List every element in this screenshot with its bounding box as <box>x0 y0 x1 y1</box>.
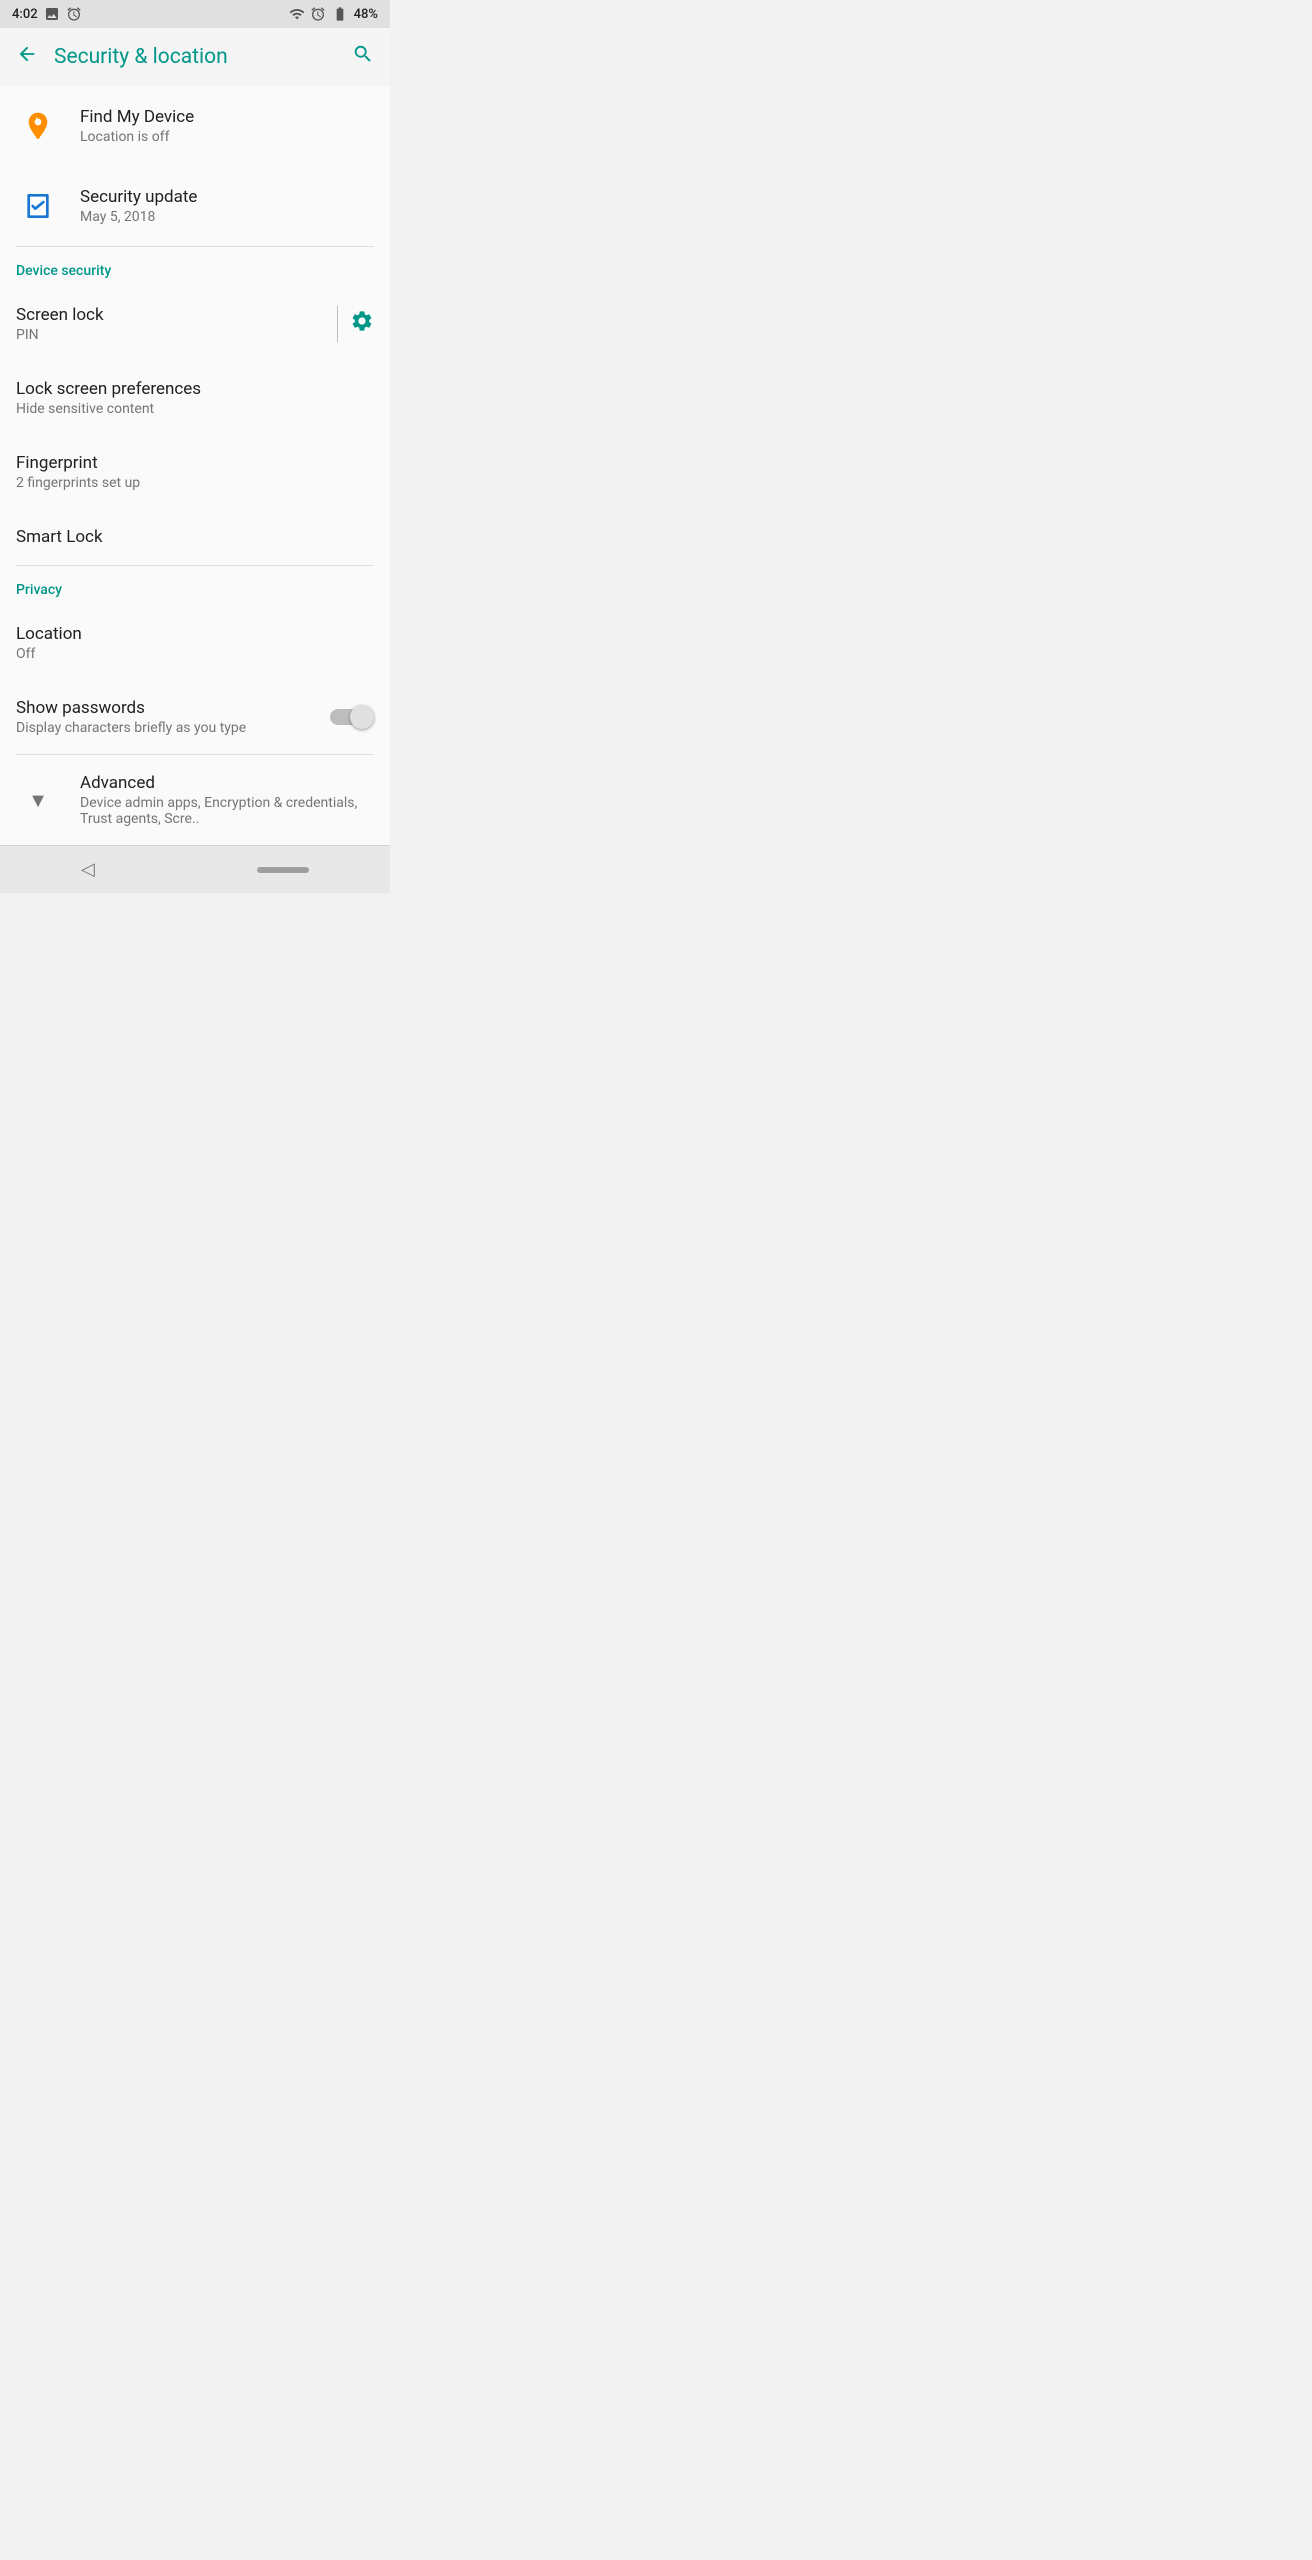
location-item[interactable]: Location Off <box>0 606 390 680</box>
location-text: Location Off <box>16 624 374 662</box>
location-subtitle: Off <box>16 646 374 662</box>
status-bar: 4:02 48% <box>0 0 390 28</box>
find-device-icon: ! <box>16 104 60 148</box>
photo-icon <box>44 6 60 22</box>
lock-screen-prefs-text: Lock screen preferences Hide sensitive c… <box>16 379 374 417</box>
security-update-title: Security update <box>80 187 374 207</box>
privacy-header: Privacy <box>0 566 390 606</box>
lock-screen-prefs-title: Lock screen preferences <box>16 379 374 399</box>
security-update-item[interactable]: Security update May 5, 2018 <box>0 166 390 246</box>
fingerprint-title: Fingerprint <box>16 453 374 473</box>
fingerprint-item[interactable]: Fingerprint 2 fingerprints set up <box>0 435 390 509</box>
security-update-subtitle: May 5, 2018 <box>80 209 374 225</box>
smart-lock-item[interactable]: Smart Lock <box>0 509 390 565</box>
battery-percent: 48% <box>354 7 378 22</box>
screen-lock-subtitle: PIN <box>16 327 325 343</box>
smart-lock-title: Smart Lock <box>16 527 374 547</box>
toggle-thumb <box>350 705 374 729</box>
status-left: 4:02 <box>12 6 82 22</box>
nav-back-button[interactable]: ◁ <box>81 859 95 880</box>
fingerprint-text: Fingerprint 2 fingerprints set up <box>16 453 374 491</box>
fingerprint-subtitle: 2 fingerprints set up <box>16 475 374 491</box>
status-right: 48% <box>289 6 378 22</box>
screen-lock-gear-button[interactable] <box>350 309 374 339</box>
show-passwords-subtitle: Display characters briefly as you type <box>16 720 330 736</box>
lock-screen-prefs-item[interactable]: Lock screen preferences Hide sensitive c… <box>0 361 390 435</box>
device-security-header: Device security <box>0 247 390 287</box>
battery-icon <box>331 6 349 22</box>
chevron-down-icon: ▼ <box>16 778 60 822</box>
page-title: Security & location <box>54 45 336 69</box>
security-update-text: Security update May 5, 2018 <box>80 187 374 225</box>
find-my-device-subtitle: Location is off <box>80 129 374 145</box>
find-my-device-text: Find My Device Location is off <box>80 107 374 145</box>
advanced-text: Advanced Device admin apps, Encryption &… <box>80 773 374 827</box>
show-passwords-toggle[interactable] <box>330 705 374 729</box>
content: ! Find My Device Location is off Securit… <box>0 86 390 845</box>
show-passwords-text: Show passwords Display characters briefl… <box>16 698 330 736</box>
clock-icon <box>310 6 326 22</box>
screen-lock-title: Screen lock <box>16 305 325 325</box>
svg-text:!: ! <box>36 116 38 125</box>
back-button[interactable] <box>16 43 38 71</box>
location-title: Location <box>16 624 374 644</box>
screen-lock-separator <box>337 306 338 342</box>
show-passwords-title: Show passwords <box>16 698 330 718</box>
search-button[interactable] <box>352 43 374 71</box>
find-my-device-item[interactable]: ! Find My Device Location is off <box>0 86 390 166</box>
show-passwords-item[interactable]: Show passwords Display characters briefl… <box>0 680 390 754</box>
app-bar: Security & location <box>0 28 390 86</box>
security-update-icon <box>16 184 60 228</box>
screen-lock-item[interactable]: Screen lock PIN <box>0 287 390 361</box>
find-my-device-title: Find My Device <box>80 107 374 127</box>
alarm-icon <box>66 6 82 22</box>
time: 4:02 <box>12 7 38 22</box>
wifi-icon <box>289 6 305 22</box>
screen-lock-text: Screen lock PIN <box>16 305 325 343</box>
advanced-subtitle: Device admin apps, Encryption & credenti… <box>80 795 374 827</box>
advanced-title: Advanced <box>80 773 374 793</box>
bottom-nav: ◁ <box>0 845 390 893</box>
smart-lock-text: Smart Lock <box>16 527 374 547</box>
lock-screen-prefs-subtitle: Hide sensitive content <box>16 401 374 417</box>
nav-home-pill[interactable] <box>257 867 309 873</box>
advanced-item[interactable]: ▼ Advanced Device admin apps, Encryption… <box>0 755 390 845</box>
